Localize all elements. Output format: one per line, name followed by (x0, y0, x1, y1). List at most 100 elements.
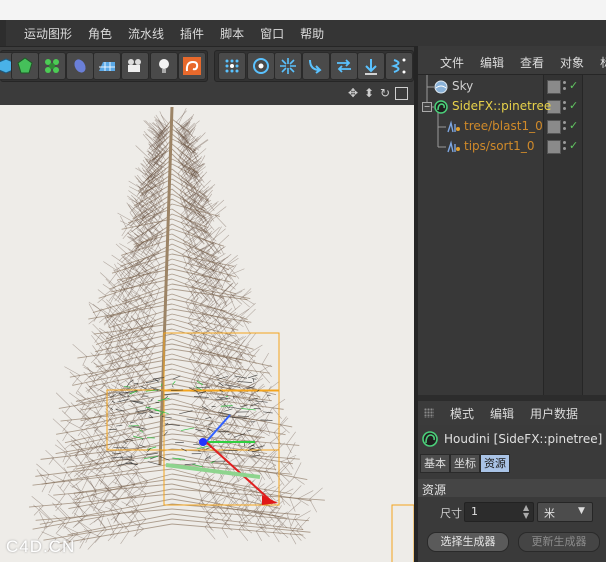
object-name[interactable]: Sky (452, 79, 473, 93)
explode-icon[interactable] (274, 52, 302, 80)
needle (72, 501, 88, 516)
needle (88, 499, 103, 515)
menu-window[interactable]: 窗口 (252, 25, 292, 42)
viewport-header: ✥ ⬍ ↻ (0, 82, 414, 106)
needle (55, 392, 71, 407)
camera-icon[interactable] (121, 52, 149, 80)
object-row-sky[interactable]: Sky (418, 77, 606, 97)
bend-icon[interactable] (302, 52, 330, 80)
needle (275, 460, 290, 474)
needle (88, 303, 97, 318)
spinner-icon[interactable]: ▲ ▼ (523, 504, 529, 520)
needle (115, 243, 127, 254)
tab-basic[interactable]: 基本 (420, 454, 450, 473)
pine-tree-render (28, 106, 414, 562)
houdini-engine-icon[interactable] (178, 52, 206, 80)
size-input[interactable]: 1 ▲ ▼ (464, 502, 534, 522)
needle (69, 371, 83, 384)
geometry-node-icon (447, 120, 460, 133)
grip-icon[interactable] (424, 408, 434, 418)
om-menu-edit[interactable]: 编辑 (472, 54, 512, 71)
main-toolbar (0, 46, 414, 83)
update-generator-button[interactable]: 更新生成器 (518, 532, 600, 552)
collapse-toggle-icon[interactable]: − (422, 102, 432, 112)
needle (231, 424, 238, 433)
floor-icon[interactable] (93, 52, 121, 80)
om-menu-object[interactable]: 对象 (552, 54, 592, 71)
needle (51, 457, 67, 473)
twist-icon[interactable] (385, 52, 413, 80)
needle (272, 407, 282, 420)
deformer-icon[interactable] (66, 52, 94, 80)
size-value: 1 (471, 505, 478, 518)
move-view-icon[interactable]: ✥ (346, 86, 360, 100)
section-header[interactable]: 资源 (418, 479, 606, 497)
debug-line (224, 408, 233, 412)
menu-pipeline[interactable]: 流水线 (120, 25, 172, 42)
rotate-view-icon[interactable]: ↻ (378, 86, 392, 100)
needle (150, 279, 160, 289)
am-menu-mode[interactable]: 模式 (442, 405, 482, 422)
needle (259, 364, 272, 373)
needle (68, 392, 86, 405)
needle (48, 481, 55, 494)
am-menu-edit[interactable]: 编辑 (482, 405, 522, 422)
attribute-manager-menu: 模式 编辑 用户数据 (418, 401, 606, 426)
needle (238, 529, 249, 542)
zoom-view-icon[interactable]: ⬍ (362, 86, 376, 100)
object-row-sort[interactable]: tips/sort1_0 (418, 137, 606, 157)
unit-select[interactable]: 米 ▼ (537, 502, 593, 522)
object-name[interactable]: tree/blast1_0 (464, 119, 543, 133)
maximize-view-icon[interactable] (395, 87, 408, 100)
object-row-blast[interactable]: tree/blast1_0 (418, 117, 606, 137)
needle (89, 437, 98, 447)
needle (64, 526, 74, 536)
object-row-pinetree[interactable]: − SideFX::pinetree (418, 97, 606, 117)
size-label: 尺寸 (440, 507, 462, 520)
tab-asset[interactable]: 资源 (480, 454, 510, 473)
object-name[interactable]: SideFX::pinetree (452, 99, 551, 113)
needle (62, 432, 68, 442)
needle (53, 475, 65, 482)
select-generator-button[interactable]: 选择生成器 (427, 532, 509, 552)
needle (64, 455, 72, 465)
debug-line (251, 378, 257, 380)
needle (264, 480, 275, 490)
needle (261, 352, 269, 365)
light-icon[interactable] (150, 52, 178, 80)
menu-script[interactable]: 脚本 (212, 25, 252, 42)
menu-help[interactable]: 帮助 (292, 25, 332, 42)
debug-line (116, 424, 123, 427)
flip-icon[interactable] (330, 52, 358, 80)
om-menu-file[interactable]: 文件 (432, 54, 472, 71)
menu-mograph[interactable]: 运动图形 (16, 25, 80, 42)
om-menu-view[interactable]: 查看 (512, 54, 552, 71)
needle (244, 427, 254, 441)
needle (45, 449, 54, 459)
needle (117, 485, 133, 497)
gem-icon[interactable] (11, 52, 39, 80)
target-icon[interactable] (247, 52, 275, 80)
debug-line (262, 411, 273, 414)
mograph-grid-icon[interactable] (218, 52, 246, 80)
am-menu-userdata[interactable]: 用户数据 (522, 405, 586, 422)
om-menu-tags[interactable]: 标签 (592, 54, 606, 71)
menu-plugins[interactable]: 插件 (172, 25, 212, 42)
down-arrow-icon[interactable] (357, 52, 385, 80)
cloner-icon[interactable] (38, 52, 66, 80)
3d-viewport[interactable]: C4D.CN (0, 105, 414, 562)
debug-line (215, 398, 230, 401)
needle (264, 407, 273, 422)
object-name[interactable]: tips/sort1_0 (464, 139, 534, 153)
branch (111, 253, 173, 274)
needle (289, 497, 296, 512)
needle (62, 419, 72, 432)
chevron-down-icon: ▼ (578, 506, 585, 516)
needle (255, 419, 262, 434)
menu-character[interactable]: 角色 (80, 25, 120, 42)
debug-line (129, 421, 135, 424)
branch (58, 523, 173, 545)
debug-line (229, 406, 242, 410)
tab-coord[interactable]: 坐标 (450, 454, 480, 473)
needle (293, 462, 302, 478)
